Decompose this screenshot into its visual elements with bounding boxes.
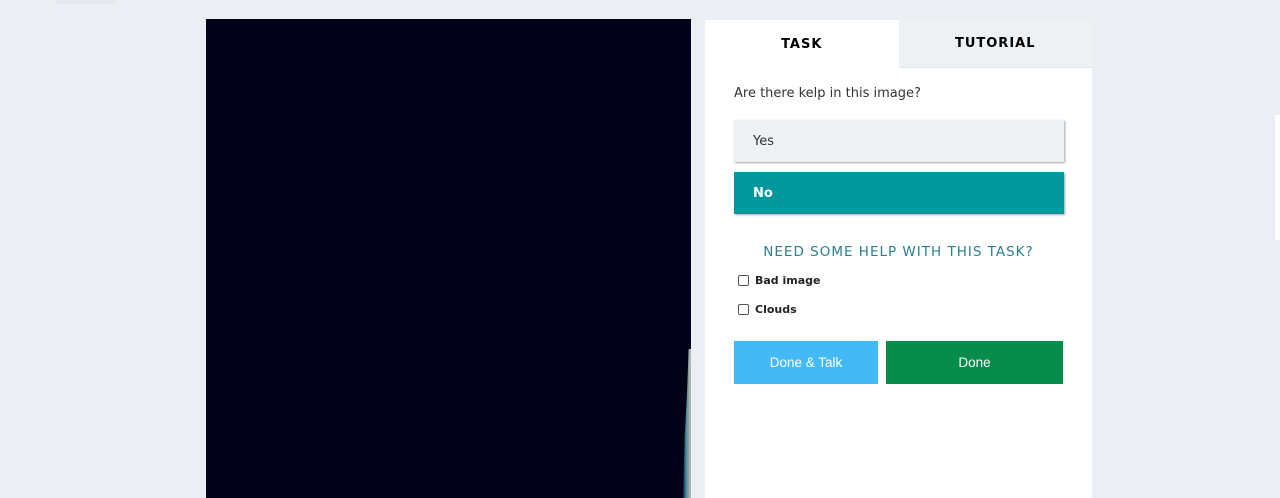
tab-task[interactable]: TASK	[705, 20, 899, 68]
image-coastline	[683, 349, 691, 498]
flag-bad-image[interactable]: Bad image	[738, 274, 821, 287]
task-question: Are there kelp in this image?	[734, 86, 921, 101]
answer-no-button[interactable]: No	[734, 172, 1064, 214]
done-button[interactable]: Done	[886, 341, 1063, 384]
bad-image-checkbox[interactable]	[738, 275, 749, 286]
clouds-checkbox[interactable]	[738, 304, 749, 315]
help-link[interactable]: NEED SOME HELP WITH THIS TASK?	[705, 244, 1092, 260]
done-and-talk-button[interactable]: Done & Talk	[734, 341, 878, 384]
top-decoration	[55, 0, 115, 4]
task-panel: TASK TUTORIAL Are there kelp in this ima…	[705, 20, 1092, 498]
answer-yes-button[interactable]: Yes	[734, 120, 1064, 162]
tab-tutorial[interactable]: TUTORIAL	[898, 20, 1092, 68]
side-panel-edge	[1275, 115, 1280, 240]
clouds-label: Clouds	[755, 303, 797, 316]
task-tabs: TASK TUTORIAL	[705, 20, 1092, 68]
flag-clouds[interactable]: Clouds	[738, 303, 797, 316]
subject-image-viewer[interactable]	[206, 19, 691, 498]
bad-image-label: Bad image	[755, 274, 821, 287]
